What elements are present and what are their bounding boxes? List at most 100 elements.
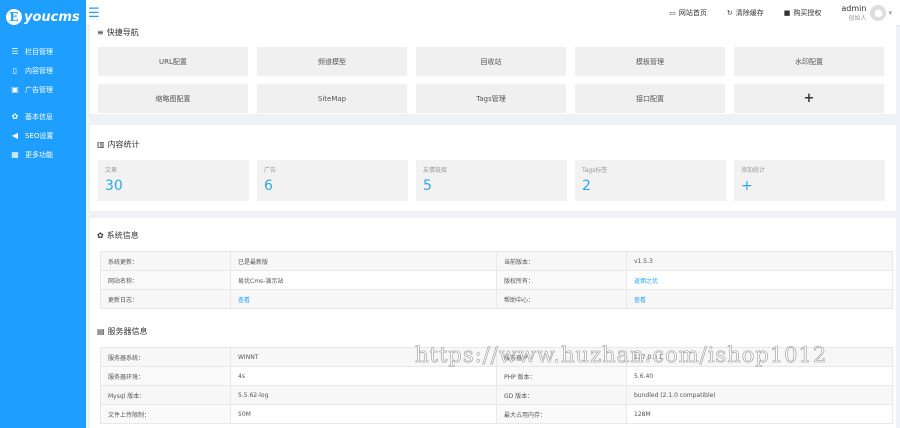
- quick-api-config-button[interactable]: 接口配置: [575, 84, 725, 113]
- topbar: ☰ ▭ 网站首页 ↻ 清除缓存 ■ 购买授权 admin 创始人 ● ▾: [86, 0, 900, 26]
- stat-card-tags[interactable]: Tags标签 2: [575, 160, 726, 201]
- system-info-title: ✿ 系统信息: [97, 230, 139, 241]
- table-row: 服务器环境： 4s PHP 版本： 5.6.40: [100, 366, 893, 386]
- sidebar-item-label: 栏目管理: [25, 47, 53, 56]
- buy-license-link[interactable]: ■ 购买授权: [784, 8, 822, 18]
- quick-nav-title-text: 快捷导航: [106, 28, 139, 37]
- sidebar-item-content-management[interactable]: ▯ 内容管理: [0, 61, 86, 80]
- info-label: Mysql 版本：: [100, 385, 231, 405]
- quick-sitemap-button[interactable]: SiteMap: [257, 84, 407, 113]
- sidebar-item-label: 广告管理: [25, 85, 53, 94]
- table-row: 系统更新： 已是最新版 当前版本： v1.5.3: [100, 251, 893, 271]
- sidebar-item-seo[interactable]: ◀ SEO设置: [0, 126, 86, 145]
- logo-mark: E: [6, 9, 22, 25]
- system-info-panel: ✿ 系统信息 系统更新： 已是最新版 当前版本： v1.5.3 网站名称： 易优…: [90, 218, 896, 428]
- table-row: 文件上传限制： 50M 最大占用内存： 128M: [100, 404, 893, 424]
- sidebar-item-ad-management[interactable]: ▣ 广告管理: [0, 80, 86, 99]
- info-label: 当前版本：: [496, 251, 627, 271]
- list-icon: ≡: [97, 28, 104, 37]
- quick-watermark-button[interactable]: 水印配置: [734, 47, 884, 76]
- info-label: 帮助中心：: [496, 289, 627, 309]
- info-label: GD 版本：: [496, 385, 627, 405]
- site-home-link[interactable]: ▭ 网站首页: [669, 8, 707, 18]
- sidebar-divider: [0, 99, 86, 107]
- stat-value: 5: [423, 178, 432, 194]
- sidebar-nav: ☰ 栏目管理 ▯ 内容管理 ▣ 广告管理 ✿ 基本信息 ◀ SEO设置 ▦ 更多…: [0, 42, 86, 164]
- info-label: 文件上传限制：: [100, 404, 231, 424]
- content-stats-title-text: 内容统计: [107, 140, 140, 149]
- info-value: 5.6.40: [626, 366, 893, 386]
- info-value: 128M: [626, 404, 893, 424]
- clear-cache-label: 清除缓存: [735, 9, 764, 17]
- user-menu[interactable]: admin 创始人 ● ▾: [841, 4, 892, 22]
- clear-cache-link[interactable]: ↻ 清除缓存: [727, 8, 764, 18]
- quick-tags-button[interactable]: Tags管理: [416, 84, 566, 113]
- quick-add-button[interactable]: +: [734, 84, 884, 113]
- sidebar-item-more[interactable]: ▦ 更多功能: [0, 145, 86, 164]
- sidebar-item-label: 内容管理: [25, 66, 53, 75]
- chevron-down-icon: ▾: [888, 9, 892, 17]
- stat-label: 友情链接: [423, 167, 448, 174]
- avatar[interactable]: ●: [870, 5, 887, 21]
- menu-toggle-icon[interactable]: ☰: [88, 6, 100, 21]
- sidebar-item-label: SEO设置: [25, 131, 54, 140]
- content-stats-title: ▥ 内容统计: [97, 139, 140, 150]
- server-icon: ▤: [97, 327, 105, 336]
- changelog-link[interactable]: 查看: [238, 297, 250, 304]
- quick-nav-grid: URL配置 频道模型 回收站 模板管理 水印配置 缩略图配置 SiteMap T…: [98, 47, 884, 113]
- stat-value: +: [741, 178, 753, 194]
- gear-icon: ✿: [97, 231, 104, 240]
- stat-label: 文章: [105, 167, 118, 174]
- logo[interactable]: E youcms: [0, 0, 86, 34]
- sidebar: E youcms ☰ 栏目管理 ▯ 内容管理 ▣ 广告管理 ✿ 基本信息 ◀ S…: [0, 0, 86, 428]
- info-label: PHP 版本：: [496, 366, 627, 386]
- stat-card-ads[interactable]: 广告 6: [257, 160, 408, 201]
- quick-recycle-bin-button[interactable]: 回收站: [416, 47, 566, 76]
- refresh-icon: ↻: [726, 9, 733, 17]
- user-name: admin: [841, 4, 867, 13]
- stat-label: 广告: [264, 167, 277, 174]
- stat-card-add[interactable]: 添加统计 +: [734, 160, 885, 201]
- list-icon: ☰: [11, 47, 19, 56]
- stats-grid: 文章 30 广告 6 友情链接 5 Tags标签 2 添加统计 +: [98, 160, 885, 201]
- quick-nav-panel: ≡ 快捷导航 URL配置 频道模型 回收站 模板管理 水印配置 缩略图配置 Si…: [90, 24, 896, 114]
- info-value: bundled (2.1.0 compatible): [626, 385, 893, 405]
- stat-value: 30: [105, 178, 123, 194]
- stat-card-links[interactable]: 友情链接 5: [416, 160, 567, 201]
- info-label: 服务器系统：: [100, 347, 231, 367]
- stat-card-articles[interactable]: 文章 30: [98, 160, 249, 201]
- sidebar-item-column-management[interactable]: ☰ 栏目管理: [0, 42, 86, 61]
- info-label: 版权所有：: [496, 270, 627, 290]
- info-label: 更新日志：: [100, 289, 231, 309]
- quick-thumbnail-button[interactable]: 缩略图配置: [98, 84, 248, 113]
- system-info-table: 系统更新： 已是最新版 当前版本： v1.5.3 网站名称： 易优Cms-演示站…: [100, 251, 893, 309]
- quick-nav-title: ≡ 快捷导航: [97, 27, 139, 38]
- info-value: 4s: [230, 366, 497, 386]
- content-stats-panel: ▥ 内容统计 文章 30 广告 6 友情链接 5 Tags标签 2 添加统计 +: [90, 125, 896, 211]
- bookmark-icon: ■: [783, 9, 791, 17]
- user-role: 创始人: [848, 15, 867, 22]
- image-icon: ▣: [11, 85, 19, 94]
- info-value: 已是最新版: [230, 251, 497, 271]
- quick-template-button[interactable]: 模板管理: [575, 47, 725, 76]
- stat-value: 6: [264, 178, 273, 194]
- copyright-link[interactable]: 返佣之优: [634, 278, 658, 285]
- sidebar-item-basic-info[interactable]: ✿ 基本信息: [0, 107, 86, 126]
- stat-value: 2: [582, 178, 591, 194]
- quick-url-config-button[interactable]: URL配置: [98, 47, 248, 76]
- help-center-link[interactable]: 查看: [634, 297, 646, 304]
- info-label: 网站名称：: [100, 270, 231, 290]
- stat-label: Tags标签: [582, 167, 608, 174]
- server-info-title: ▤ 服务器信息: [97, 326, 148, 337]
- stat-label: 添加统计: [741, 167, 766, 174]
- info-label: 系统更新：: [100, 251, 231, 271]
- server-info-title-text: 服务器信息: [107, 327, 148, 336]
- quick-channel-model-button[interactable]: 频道模型: [257, 47, 407, 76]
- info-value: v1.5.3: [626, 251, 893, 271]
- info-label: 服务器环境：: [100, 366, 231, 386]
- info-value: 50M: [230, 404, 497, 424]
- sidebar-item-label: 基本信息: [25, 112, 53, 121]
- gear-icon: ✿: [11, 112, 19, 121]
- table-row: Mysql 版本： 5.5.62-log GD 版本： bundled (2.1…: [100, 385, 893, 405]
- send-icon: ◀: [11, 131, 19, 140]
